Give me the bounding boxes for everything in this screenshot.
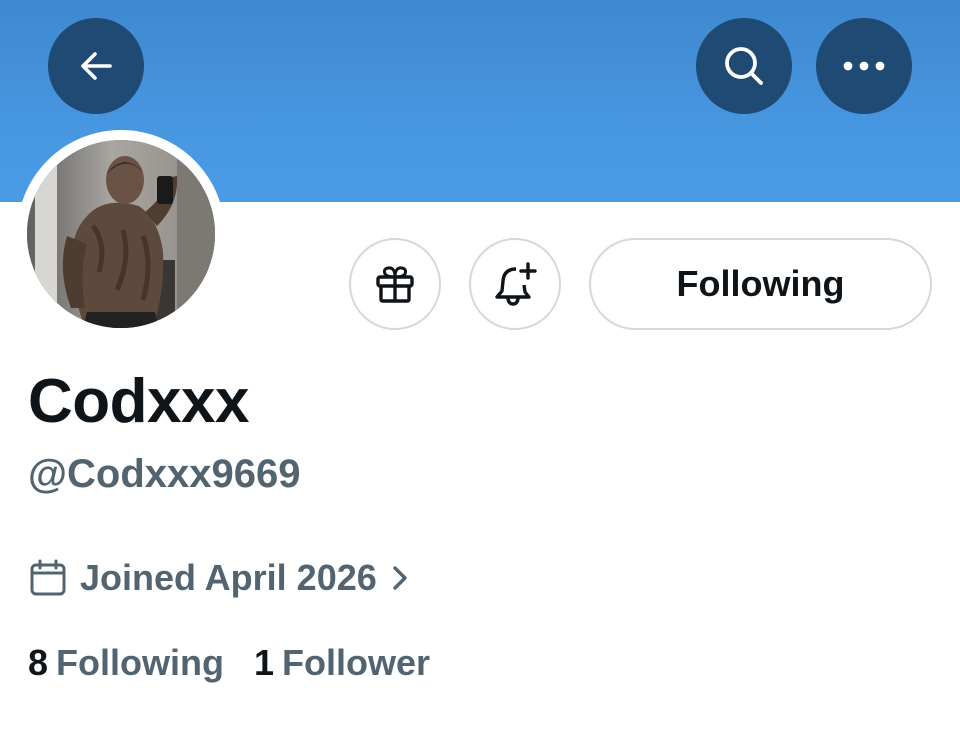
search-icon [725, 47, 763, 85]
avatar[interactable] [27, 140, 215, 328]
followers-label: Follower [282, 642, 431, 683]
arrow-left-icon [81, 52, 112, 80]
followers-count: 1 [254, 642, 275, 683]
following-stat[interactable]: 8 Following [28, 642, 224, 684]
joined-date: Joined April 2026 [80, 557, 377, 598]
profile-page: Following Codxxx @Codxxx9669 Joined Apri… [0, 0, 960, 742]
search-button[interactable] [696, 18, 792, 114]
more-button[interactable] [816, 18, 912, 114]
bell-plus-icon [495, 262, 537, 306]
display-name: Codxxx [28, 367, 249, 436]
following-label: Following [56, 642, 224, 683]
chevron-right-icon [391, 563, 409, 593]
gift-button[interactable] [349, 238, 441, 330]
gift-icon [376, 266, 414, 303]
back-button[interactable] [48, 18, 144, 114]
following-button[interactable]: Following [589, 238, 932, 330]
calendar-icon [30, 559, 66, 596]
following-count: 8 [28, 642, 49, 683]
profile-photo [27, 140, 215, 328]
notifications-button[interactable] [469, 238, 561, 330]
joined-date-row[interactable]: Joined April 2026 [28, 552, 409, 604]
following-button-label: Following [676, 263, 845, 304]
followers-stat[interactable]: 1 Follower [254, 642, 430, 684]
user-handle: @Codxxx9669 [28, 452, 301, 496]
more-horizontal-icon [843, 61, 885, 71]
follow-stats: 8 Following 1 Follower [28, 636, 430, 690]
